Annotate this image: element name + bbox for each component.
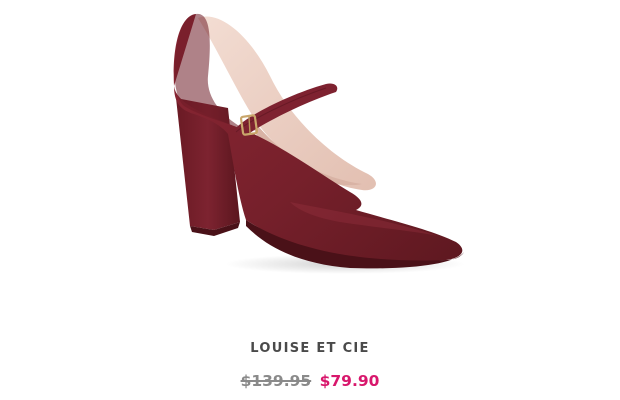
product-image[interactable] (150, 6, 470, 296)
brand-name[interactable]: LOUISE ET CIE (0, 341, 620, 356)
product-card: LOUISE ET CIE $139.95 $79.90 (0, 0, 620, 400)
original-price: $139.95 (240, 372, 312, 390)
price-row: $139.95 $79.90 (0, 371, 620, 391)
sale-price: $79.90 (319, 372, 380, 390)
